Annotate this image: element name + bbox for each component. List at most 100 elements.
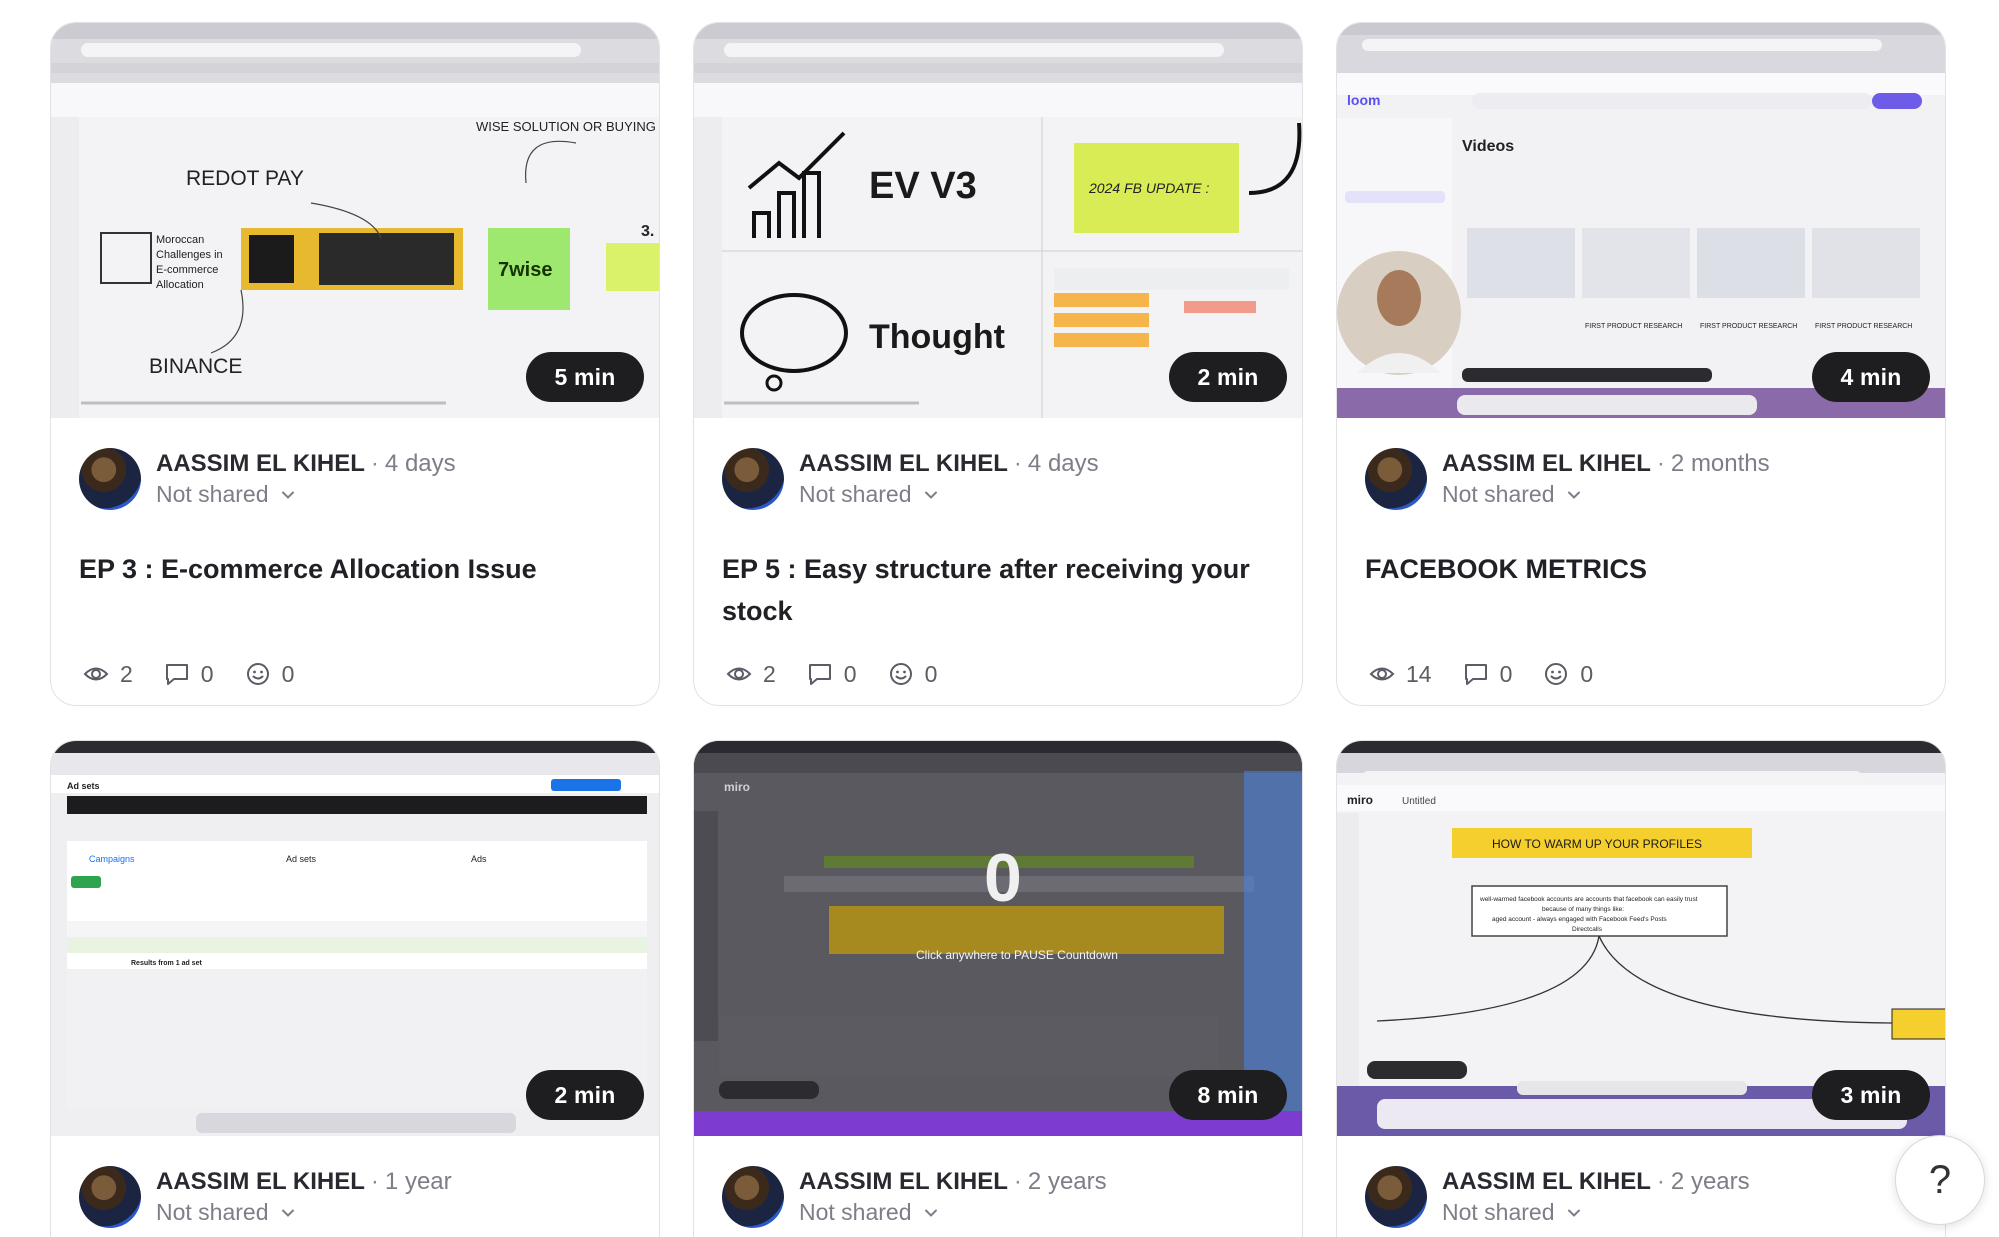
author-line: AASSIM EL KIHEL · 2 years	[799, 1168, 1107, 1196]
avatar[interactable]	[722, 1166, 784, 1228]
comments-stat[interactable]: 0	[163, 660, 214, 688]
video-age: 4 days	[1027, 450, 1099, 477]
svg-text:Thought: Thought	[869, 318, 1005, 356]
smile-icon	[1545, 663, 1568, 685]
reactions-count: 0	[281, 660, 295, 687]
video-card[interactable]: miro Untitled HOW TO WARM UP YOUR PROFIL…	[1336, 740, 1946, 1237]
svg-text:Campaigns: Campaigns	[89, 854, 135, 864]
svg-text:Untitled: Untitled	[1402, 796, 1436, 807]
eye-icon	[1369, 667, 1395, 681]
video-title[interactable]: EP 3 : E-commerce Allocation Issue	[79, 548, 615, 590]
video-stats: 2 0 0	[725, 660, 937, 688]
chevron-down-icon	[924, 1209, 937, 1217]
author-name: AASSIM EL KIHEL	[799, 1168, 1008, 1195]
video-title[interactable]: EP 5 : Easy structure after receiving yo…	[722, 548, 1258, 632]
video-thumbnail[interactable]: miro 0 Click anywhere to PAUSE Countdown…	[694, 741, 1302, 1136]
smile-icon	[246, 663, 269, 685]
video-thumbnail[interactable]: miro Untitled HOW TO WARM UP YOUR PROFIL…	[1337, 741, 1945, 1136]
svg-text:Challenges in: Challenges in	[156, 249, 223, 261]
views-stat: 2	[82, 660, 133, 688]
author-line: AASSIM EL KIHEL · 4 days	[799, 450, 1099, 478]
views-stat: 14	[1368, 660, 1432, 688]
reactions-count: 0	[1580, 660, 1594, 687]
author-line: AASSIM EL KIHEL · 1 year	[156, 1168, 452, 1196]
separator-dot: ·	[1656, 450, 1665, 477]
sharing-status: Not shared	[799, 481, 912, 507]
countdown-caption[interactable]: Click anywhere to PAUSE Countdown	[916, 948, 1118, 962]
sharing-dropdown[interactable]: Not shared	[1442, 481, 1581, 508]
author-name: AASSIM EL KIHEL	[1442, 450, 1651, 477]
views-count: 2	[120, 660, 133, 687]
svg-text:E-commerce: E-commerce	[156, 264, 218, 276]
svg-text:Results from 1 ad set: Results from 1 ad set	[131, 960, 202, 967]
svg-text:miro: miro	[1347, 793, 1373, 807]
video-card[interactable]: loom Videos FIRST PRODUCT RESEARCH FIRST…	[1336, 22, 1946, 706]
duration-badge: 8 min	[1169, 1070, 1287, 1120]
comment-icon	[1464, 664, 1487, 685]
video-stats: 14 0 0	[1368, 660, 1593, 688]
help-label: ?	[1928, 1157, 1952, 1202]
separator-dot: ·	[1013, 1168, 1022, 1195]
video-thumbnail[interactable]: loom Videos FIRST PRODUCT RESEARCH FIRST…	[1337, 23, 1945, 418]
author-line: AASSIM EL KIHEL · 2 years	[1442, 1168, 1750, 1196]
video-age: 2 years	[1670, 1168, 1750, 1195]
sharing-dropdown[interactable]: Not shared	[156, 1199, 295, 1226]
comments-stat[interactable]: 0	[806, 660, 857, 688]
svg-text:FIRST PRODUCT RESEARCH: FIRST PRODUCT RESEARCH	[1815, 323, 1912, 330]
svg-text:aged account - always engaged: aged account - always engaged with Faceb…	[1492, 916, 1667, 923]
video-card[interactable]: EV V3 Thought 2024 FB UPDATE : 2 min AAS…	[693, 22, 1303, 706]
svg-text:Videos: Videos	[1462, 138, 1514, 155]
svg-text:FIRST PRODUCT RESEARCH: FIRST PRODUCT RESEARCH	[1700, 323, 1797, 330]
duration-badge: 5 min	[526, 352, 644, 402]
sharing-dropdown[interactable]: Not shared	[799, 481, 938, 508]
views-stat: 2	[725, 660, 776, 688]
video-stats: 2 0 0	[82, 660, 294, 688]
svg-text:Allocation: Allocation	[156, 279, 204, 291]
avatar[interactable]	[79, 448, 141, 510]
sharing-dropdown[interactable]: Not shared	[799, 1199, 938, 1226]
author-line: AASSIM EL KIHEL · 2 months	[1442, 450, 1770, 478]
duration-badge: 2 min	[1169, 352, 1287, 402]
video-age: 4 days	[384, 450, 456, 477]
video-card[interactable]: miro 0 Click anywhere to PAUSE Countdown…	[693, 740, 1303, 1237]
author-name: AASSIM EL KIHEL	[1442, 1168, 1651, 1195]
svg-text:HOW TO WARM UP YOUR PROFILES: HOW TO WARM UP YOUR PROFILES	[1492, 837, 1702, 851]
comment-icon	[165, 664, 188, 685]
sharing-dropdown[interactable]: Not shared	[1442, 1199, 1581, 1226]
avatar[interactable]	[1365, 448, 1427, 510]
eye-icon	[726, 667, 752, 681]
svg-text:Directcalls: Directcalls	[1572, 926, 1603, 933]
reactions-stat[interactable]: 0	[887, 660, 937, 688]
eye-icon	[83, 667, 109, 681]
help-button[interactable]: ?	[1895, 1135, 1985, 1225]
video-thumbnail[interactable]: Ad sets Campaigns Ad sets Ads Results fr…	[51, 741, 659, 1136]
svg-text:miro: miro	[724, 780, 750, 794]
svg-text:REDOT PAY: REDOT PAY	[186, 167, 304, 190]
author-name: AASSIM EL KIHEL	[156, 1168, 365, 1195]
video-card[interactable]: Ad sets Campaigns Ad sets Ads Results fr…	[50, 740, 660, 1237]
chevron-down-icon	[924, 491, 937, 499]
svg-text:Moroccan: Moroccan	[156, 234, 204, 246]
reactions-stat[interactable]: 0	[1542, 660, 1593, 688]
svg-text:well-warmed facebook accounts: well-warmed facebook accounts are accoun…	[1479, 896, 1698, 903]
views-count: 14	[1406, 660, 1432, 687]
sharing-dropdown[interactable]: Not shared	[156, 481, 295, 508]
avatar[interactable]	[722, 448, 784, 510]
video-card[interactable]: REDOT PAY BINANCE WISE SOLUTION OR BUYIN…	[50, 22, 660, 706]
chevron-down-icon	[281, 491, 294, 499]
comments-stat[interactable]: 0	[1462, 660, 1512, 688]
sharing-status: Not shared	[1442, 1199, 1555, 1225]
svg-text:WISE SOLUTION OR BUYING SOLD: WISE SOLUTION OR BUYING SOLD	[476, 119, 659, 134]
comment-icon	[808, 664, 831, 685]
avatar[interactable]	[1365, 1166, 1427, 1228]
avatar[interactable]	[79, 1166, 141, 1228]
svg-text:FIRST PRODUCT RESEARCH: FIRST PRODUCT RESEARCH	[1585, 323, 1682, 330]
video-grid: REDOT PAY BINANCE WISE SOLUTION OR BUYIN…	[50, 22, 1946, 1237]
video-title[interactable]: FACEBOOK METRICS	[1365, 548, 1901, 590]
author-name: AASSIM EL KIHEL	[799, 450, 1008, 477]
video-thumbnail[interactable]: REDOT PAY BINANCE WISE SOLUTION OR BUYIN…	[51, 23, 659, 418]
video-thumbnail[interactable]: EV V3 Thought 2024 FB UPDATE : 2 min	[694, 23, 1302, 418]
comments-count: 0	[200, 660, 214, 687]
chevron-down-icon	[281, 1209, 294, 1217]
reactions-stat[interactable]: 0	[244, 660, 295, 688]
